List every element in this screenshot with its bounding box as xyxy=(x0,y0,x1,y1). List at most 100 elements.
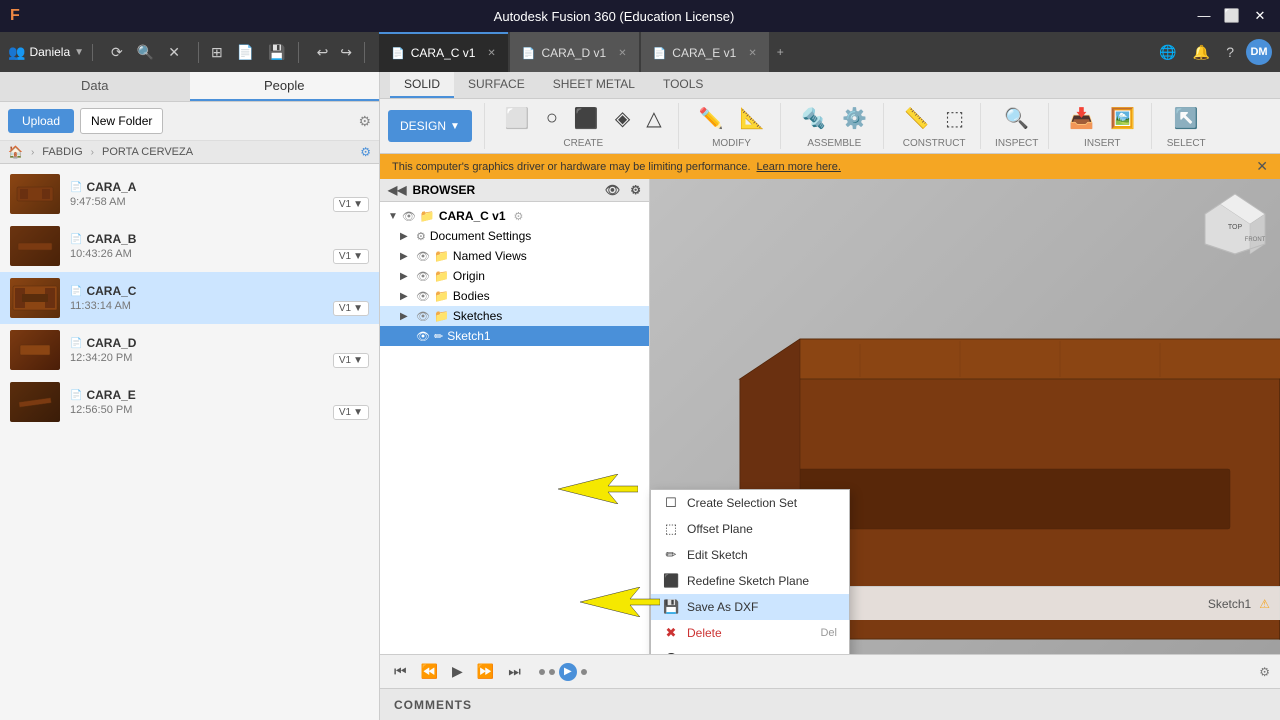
select-btn[interactable]: ↖️ xyxy=(1168,103,1205,134)
main-layout: Data People Upload New Folder ⚙ 🏠 › FABD… xyxy=(0,72,1280,720)
ctx-offset-plane[interactable]: ⬚ Offset Plane xyxy=(651,516,849,542)
user-name[interactable]: Daniela xyxy=(29,45,70,59)
tree-sketch1[interactable]: 👁 ✏ Sketch1 xyxy=(380,326,649,346)
ribbon-tab-sheetmetal[interactable]: SHEET METAL xyxy=(539,72,649,98)
inspect-measure-btn[interactable]: 🔍 xyxy=(998,103,1035,134)
file-item-cara-b[interactable]: 📄CARA_B 10:43:26 AM V1▼ xyxy=(0,220,379,272)
ribbon-tab-surface[interactable]: SURFACE xyxy=(454,72,539,98)
new-tab-button[interactable]: + xyxy=(771,32,790,72)
tab-cara-e[interactable]: 📄 CARA_E v1 ✕ xyxy=(641,32,769,72)
tab-cara-c[interactable]: 📄 CARA_C v1 ✕ xyxy=(379,32,508,72)
save-icon[interactable]: 💾 xyxy=(264,42,289,63)
playback-play-button[interactable]: ▶ xyxy=(448,661,467,682)
search-icon[interactable]: 🔍 xyxy=(133,42,158,63)
playback-start-button[interactable]: ⏮ xyxy=(390,661,411,682)
warning-link[interactable]: Learn more here. xyxy=(757,161,841,173)
file-item-cara-d[interactable]: 📄CARA_D 12:34:20 PM V1▼ xyxy=(0,324,379,376)
tree-named-views-eye-icon[interactable]: 👁 xyxy=(416,250,430,263)
file-list: 📄CARA_A 9:47:58 AM V1▼ 📄CARA_B 10:43:26 … xyxy=(0,164,379,720)
minimize-button[interactable]: — xyxy=(1194,8,1214,24)
upload-button[interactable]: Upload xyxy=(8,109,74,133)
create-revolve-btn[interactable]: ○ xyxy=(540,104,564,133)
ribbon-tab-solid[interactable]: SOLID xyxy=(390,72,454,98)
settings-icon[interactable]: ⚙ xyxy=(358,113,371,130)
tree-bodies-eye-icon[interactable]: 👁 xyxy=(416,290,430,303)
redo-icon[interactable]: ↪ xyxy=(336,42,356,63)
viewcube[interactable]: TOP FRONT xyxy=(1200,189,1270,259)
timeline-dot-2 xyxy=(549,669,555,675)
people-tab[interactable]: People xyxy=(190,72,380,101)
modify-fillet-btn[interactable]: 📐 xyxy=(734,103,771,134)
browser-collapse-icon[interactable]: ◀◀ xyxy=(388,183,406,197)
create-extrude-btn[interactable]: ⬜ xyxy=(499,103,536,134)
tree-origin[interactable]: ▶ 👁 📁 Origin xyxy=(380,266,649,286)
tree-root-eye-icon[interactable]: 👁 xyxy=(402,210,416,223)
maximize-button[interactable]: ⬜ xyxy=(1222,8,1242,24)
construct-axis-btn[interactable]: ⬚ xyxy=(939,103,970,134)
help-online-icon[interactable]: 🌐 xyxy=(1155,42,1180,63)
tree-sketches[interactable]: ▶ 👁 📁 Sketches xyxy=(380,306,649,326)
browser-header: ◀◀ BROWSER 👁 ⚙ xyxy=(380,179,649,202)
left-panel: Data People Upload New Folder ⚙ 🏠 › FABD… xyxy=(0,72,380,720)
breadcrumb-fabdig[interactable]: FABDIG xyxy=(42,146,82,158)
undo-icon[interactable]: ↩ xyxy=(313,42,333,63)
refresh-icon[interactable]: ⟳ xyxy=(107,42,127,63)
viewport[interactable]: ◀◀ BROWSER 👁 ⚙ ▼ 👁 📁 CARA_C v1 ⚙ xyxy=(380,179,1280,654)
ctx-save-as-dxf[interactable]: 💾 Save As DXF xyxy=(651,594,849,620)
assemble-new-component-btn[interactable]: 🔩 xyxy=(795,103,832,134)
ctx-edit-sketch[interactable]: ✏ Edit Sketch xyxy=(651,542,849,568)
assemble-joint-btn[interactable]: ⚙️ xyxy=(836,103,873,134)
breadcrumb-folder[interactable]: PORTA CERVEZA xyxy=(102,146,193,158)
tree-named-views[interactable]: ▶ 👁 📁 Named Views xyxy=(380,246,649,266)
create-more-btn[interactable]: △ xyxy=(640,103,667,134)
file-item-cara-e[interactable]: 📄CARA_E 12:56:50 PM V1▼ xyxy=(0,376,379,428)
data-tab[interactable]: Data xyxy=(0,72,190,101)
close-icon[interactable]: ✕ xyxy=(164,42,184,63)
file-icon[interactable]: 📄 xyxy=(233,42,258,63)
tab-cara-d[interactable]: 📄 CARA_D v1 ✕ xyxy=(510,32,639,72)
insert-insert-btn[interactable]: 📥 xyxy=(1063,103,1100,134)
tab-cara-d-close[interactable]: ✕ xyxy=(618,48,626,59)
ctx-create-selection-set[interactable]: ☐ Create Selection Set xyxy=(651,490,849,516)
svg-text:TOP: TOP xyxy=(1228,224,1243,231)
comments-bar[interactable]: COMMENTS xyxy=(380,688,1280,720)
tree-bodies[interactable]: ▶ 👁 📁 Bodies xyxy=(380,286,649,306)
design-dropdown-button[interactable]: DESIGN ▼ xyxy=(388,110,472,142)
ribbon-tab-tools[interactable]: TOOLS xyxy=(649,72,717,98)
tree-origin-eye-icon[interactable]: 👁 xyxy=(416,270,430,283)
playback-next-button[interactable]: ⏩ xyxy=(473,661,498,682)
create-loft-btn[interactable]: ◈ xyxy=(609,103,636,134)
dismiss-warning-button[interactable]: ✕ xyxy=(1256,158,1268,175)
browser-settings-icon[interactable]: ⚙ xyxy=(630,183,641,197)
construct-offset-plane-btn[interactable]: 📏 xyxy=(898,103,935,134)
tree-sketch1-eye-icon[interactable]: 👁 xyxy=(416,330,430,343)
ctx-look-at[interactable]: 👁 Look At xyxy=(651,646,849,654)
create-sweep-btn[interactable]: ⬛ xyxy=(568,103,605,134)
tab-cara-e-close[interactable]: ✕ xyxy=(748,48,756,59)
close-button[interactable]: ✕ xyxy=(1250,8,1270,24)
tab-cara-c-close[interactable]: ✕ xyxy=(487,48,495,59)
breadcrumb-settings-icon[interactable]: ⚙ xyxy=(360,145,371,159)
tree-bodies-label: Bodies xyxy=(453,289,490,303)
insert-canvas-btn[interactable]: 🖼️ xyxy=(1104,103,1141,134)
tree-root[interactable]: ▼ 👁 📁 CARA_C v1 ⚙ xyxy=(380,206,649,226)
browser-eye-icon[interactable]: 👁 xyxy=(605,183,620,197)
notification-icon[interactable]: 🔔 xyxy=(1189,42,1214,63)
modify-press-pull-btn[interactable]: ✏️ xyxy=(693,103,730,134)
user-dropdown-icon[interactable]: ▼ xyxy=(74,47,84,58)
playback-settings-icon[interactable]: ⚙ xyxy=(1259,665,1270,679)
tree-sketches-eye-icon[interactable]: 👁 xyxy=(416,310,430,323)
home-icon[interactable]: 🏠 xyxy=(8,145,23,159)
new-folder-button[interactable]: New Folder xyxy=(80,108,163,134)
ctx-redefine-sketch-plane[interactable]: ⬛ Redefine Sketch Plane xyxy=(651,568,849,594)
file-item-cara-a[interactable]: 📄CARA_A 9:47:58 AM V1▼ xyxy=(0,168,379,220)
user-avatar[interactable]: DM xyxy=(1246,39,1272,65)
playback-end-button[interactable]: ⏭ xyxy=(504,661,525,682)
file-item-cara-c[interactable]: 📄CARA_C 11:33:14 AM V1▼ xyxy=(0,272,379,324)
ctx-delete[interactable]: ✖ Delete Del xyxy=(651,620,849,646)
grid-icon[interactable]: ⊞ xyxy=(207,42,227,63)
tree-doc-settings[interactable]: ▶ ⚙ Document Settings xyxy=(380,226,649,246)
playback-prev-button[interactable]: ⏪ xyxy=(417,661,442,682)
ribbon-group-assemble-label: ASSEMBLE xyxy=(807,138,861,149)
help-icon[interactable]: ? xyxy=(1222,42,1238,62)
